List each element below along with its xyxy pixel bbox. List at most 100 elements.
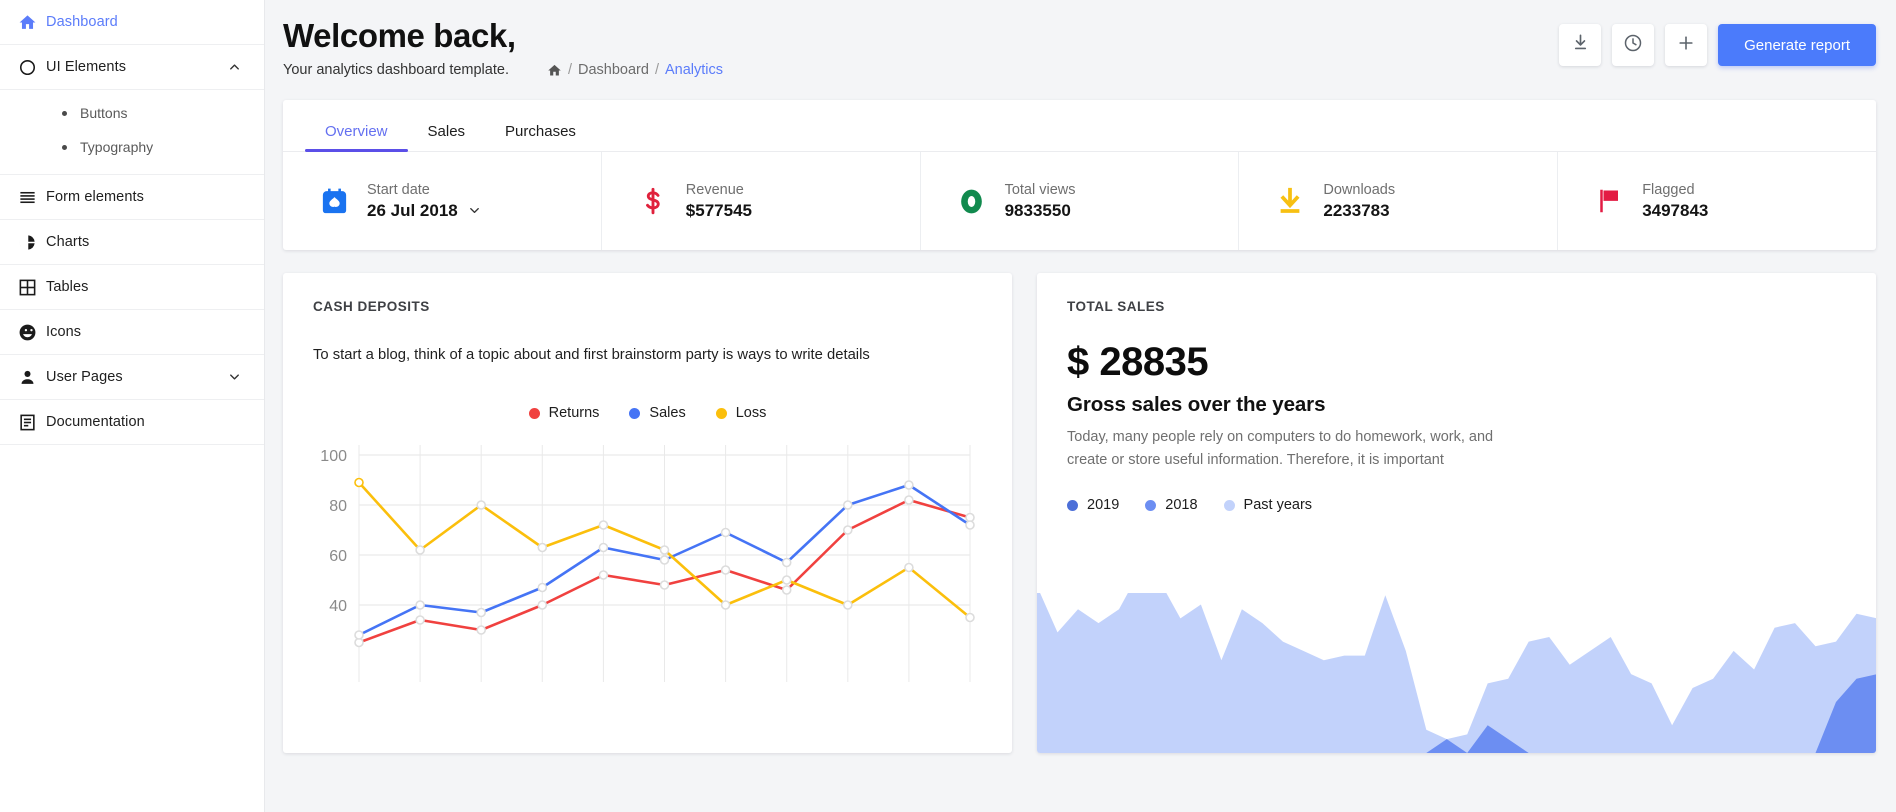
legend-item-sales[interactable]: Sales xyxy=(629,405,685,421)
legend-item-past-years[interactable]: Past years xyxy=(1224,497,1313,513)
smiley-icon xyxy=(18,323,46,342)
sidebar-item-label: Form elements xyxy=(46,189,144,205)
tab-bar: Overview Sales Purchases xyxy=(283,100,1876,152)
stat-text: Total views 9833550 xyxy=(1005,182,1076,221)
legend-swatch xyxy=(629,408,640,419)
tab-purchases[interactable]: Purchases xyxy=(485,123,596,151)
legend-label: Returns xyxy=(549,405,600,421)
tab-sales[interactable]: Sales xyxy=(408,123,486,151)
legend-swatch xyxy=(1067,500,1078,511)
generate-report-button[interactable]: Generate report xyxy=(1718,24,1876,66)
person-icon xyxy=(18,368,46,387)
legend-swatch xyxy=(529,408,540,419)
bullet-icon xyxy=(62,145,67,150)
stat-text: Downloads 2233783 xyxy=(1323,182,1395,221)
bullet-icon xyxy=(62,111,67,116)
cash-deposits-title: CASH DEPOSITS xyxy=(313,299,982,314)
sidebar-item-dashboard[interactable]: Dashboard xyxy=(0,0,264,45)
header-actions: Generate report xyxy=(1559,16,1876,66)
sidebar-item-label: Tables xyxy=(46,279,89,295)
cash-deposits-line-chart: 406080100 xyxy=(307,433,982,688)
sidebar: Dashboard UI Elements Buttons Typography xyxy=(0,0,265,812)
sidebar-item-documentation[interactable]: Documentation xyxy=(0,400,264,445)
sidebar-item-ui-elements[interactable]: UI Elements xyxy=(0,45,264,90)
list-icon xyxy=(18,188,46,207)
sidebar-item-label: Dashboard xyxy=(46,14,118,30)
total-sales-headline: Gross sales over the years xyxy=(1067,393,1846,417)
stats-row: Start date 26 Jul 2018 Re xyxy=(283,152,1876,250)
document-icon xyxy=(18,413,46,432)
pie-chart-icon xyxy=(18,233,46,252)
lower-grid: CASH DEPOSITS To start a blog, think of … xyxy=(265,250,1896,753)
plus-icon xyxy=(1676,33,1696,58)
stat-value: $577545 xyxy=(686,201,752,221)
sidebar-item-user-pages[interactable]: User Pages xyxy=(0,355,264,400)
legend-swatch xyxy=(716,408,727,419)
total-sales-title: TOTAL SALES xyxy=(1067,299,1846,314)
app-root: Dashboard UI Elements Buttons Typography xyxy=(0,0,1896,812)
stat-label: Flagged xyxy=(1642,182,1708,198)
y-axis-tick: 40 xyxy=(329,598,347,615)
legend-label: Loss xyxy=(736,405,767,421)
stat-text: Flagged 3497843 xyxy=(1642,182,1708,221)
stat-start-date[interactable]: Start date 26 Jul 2018 xyxy=(283,152,602,250)
page-header: Welcome back, Your analytics dashboard t… xyxy=(265,0,1896,78)
chevron-up-icon[interactable] xyxy=(227,60,242,75)
page-subtitle: Your analytics dashboard template. xyxy=(283,62,509,78)
stat-revenue: Revenue $577545 xyxy=(602,152,921,250)
download-button[interactable] xyxy=(1559,24,1601,66)
breadcrumb-item-analytics[interactable]: Analytics xyxy=(665,62,723,78)
stat-value: 3497843 xyxy=(1642,201,1708,221)
cash-deposits-card: CASH DEPOSITS To start a blog, think of … xyxy=(283,273,1012,753)
history-button[interactable] xyxy=(1612,24,1654,66)
download-icon xyxy=(1273,186,1307,216)
stat-text: Revenue $577545 xyxy=(686,182,752,221)
stat-flagged: Flagged 3497843 xyxy=(1558,152,1876,250)
y-axis-tick: 100 xyxy=(320,448,347,465)
sidebar-item-label: Icons xyxy=(46,324,81,340)
sidebar-item-tables[interactable]: Tables xyxy=(0,265,264,310)
flag-icon xyxy=(1592,186,1626,216)
sidebar-item-icons[interactable]: Icons xyxy=(0,310,264,355)
legend-label: Past years xyxy=(1244,497,1313,513)
legend-label: 2019 xyxy=(1087,497,1119,513)
stat-value: 26 Jul 2018 xyxy=(367,201,458,221)
tab-overview[interactable]: Overview xyxy=(305,123,408,151)
circle-icon xyxy=(18,58,46,77)
stat-label: Total views xyxy=(1005,182,1076,198)
stat-label: Start date xyxy=(367,182,482,198)
total-sales-area-chart xyxy=(1037,593,1876,753)
sidebar-subitem-label: Typography xyxy=(80,139,153,155)
sidebar-subitem-label: Buttons xyxy=(80,105,127,121)
stat-value-row: 26 Jul 2018 xyxy=(367,201,482,221)
sidebar-item-label: Documentation xyxy=(46,414,145,430)
sidebar-subitem-typography[interactable]: Typography xyxy=(0,130,264,164)
legend-item-2019[interactable]: 2019 xyxy=(1067,497,1119,513)
chevron-down-icon[interactable] xyxy=(467,203,482,218)
breadcrumb-item-dashboard[interactable]: Dashboard xyxy=(578,62,649,78)
home-icon xyxy=(18,13,46,32)
cash-deposits-description: To start a blog, think of a topic about … xyxy=(313,347,982,363)
y-axis-tick: 60 xyxy=(329,548,347,565)
legend-swatch xyxy=(1224,500,1235,511)
breadcrumb-separator: / xyxy=(568,62,572,78)
total-sales-amount: $ 28835 xyxy=(1067,340,1846,384)
breadcrumb-separator: / xyxy=(655,62,659,78)
chevron-down-icon[interactable] xyxy=(227,370,242,385)
stat-total-views: Total views 9833550 xyxy=(921,152,1240,250)
legend-item-2018[interactable]: 2018 xyxy=(1145,497,1197,513)
sidebar-item-form-elements[interactable]: Form elements xyxy=(0,175,264,220)
legend-item-loss[interactable]: Loss xyxy=(716,405,767,421)
dollar-icon xyxy=(636,186,670,216)
area-series xyxy=(1037,593,1876,753)
total-sales-description: Today, many people rely on computers to … xyxy=(1067,426,1507,471)
area-chart-legend: 2019 2018 Past years xyxy=(1067,497,1846,513)
sidebar-subitem-buttons[interactable]: Buttons xyxy=(0,96,264,130)
add-button[interactable] xyxy=(1665,24,1707,66)
stats-card: Overview Sales Purchases Start date 26 J… xyxy=(283,100,1876,250)
legend-item-returns[interactable]: Returns xyxy=(529,405,600,421)
page-subheader: Your analytics dashboard template. / Das… xyxy=(283,62,723,78)
sidebar-item-charts[interactable]: Charts xyxy=(0,220,264,265)
sidebar-item-label: User Pages xyxy=(46,369,123,385)
sidebar-item-label: Charts xyxy=(46,234,89,250)
